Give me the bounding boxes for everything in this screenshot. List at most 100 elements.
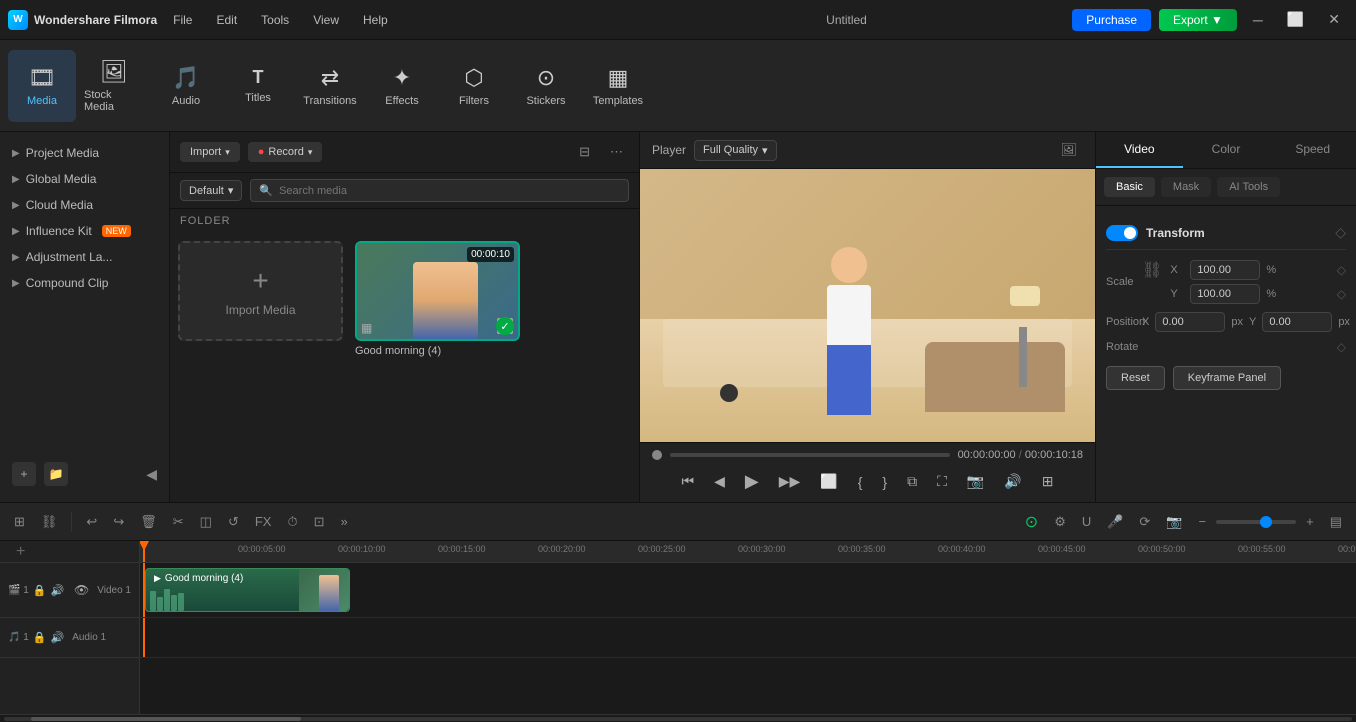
position-y-input[interactable] [1262, 312, 1332, 332]
menu-view[interactable]: View [309, 9, 343, 31]
position-x-input[interactable] [1155, 312, 1225, 332]
rotate-clip-button[interactable]: ↺ [222, 510, 245, 534]
player-settings-button[interactable]: 🖼 [1054, 138, 1083, 162]
menu-edit[interactable]: Edit [212, 9, 241, 31]
add-media-track-button[interactable]: ⊞ [8, 510, 31, 534]
audio-button[interactable]: U [1076, 510, 1097, 533]
menu-file[interactable]: File [169, 9, 196, 31]
horizontal-scrollbar[interactable] [0, 714, 1356, 722]
maximize-button[interactable]: ⬜ [1279, 9, 1312, 30]
mark-in-button[interactable]: { [854, 470, 867, 494]
playhead-dot[interactable] [652, 450, 662, 460]
audio-mute-button[interactable]: 🔊 [51, 631, 65, 644]
minimize-button[interactable]: ─ [1245, 10, 1271, 30]
tab-speed[interactable]: Speed [1269, 132, 1356, 168]
skip-back-button[interactable]: ⏮ [677, 469, 698, 494]
keyframe-diamond-icon[interactable]: ◇ [1337, 263, 1346, 277]
play-button[interactable]: ▶ [741, 467, 763, 496]
mark-out-button[interactable]: } [878, 470, 891, 494]
zoom-thumb[interactable] [1260, 516, 1272, 528]
purchase-button[interactable]: Purchase [1072, 9, 1151, 31]
reset-button[interactable]: Reset [1106, 366, 1165, 390]
link-button[interactable]: ⛓ [35, 510, 64, 534]
scrollbar-thumb[interactable] [31, 717, 301, 721]
toolbar-templates[interactable]: ▦ Templates [584, 50, 652, 122]
add-media-button[interactable]: + [12, 462, 36, 486]
sync-button[interactable]: ⟳ [1133, 510, 1156, 534]
toolbar-audio[interactable]: 🎵 Audio [152, 50, 220, 122]
freeze-button[interactable]: ⏱ [281, 510, 303, 534]
import-button[interactable]: Import ▾ [180, 142, 240, 162]
sort-dropdown[interactable]: Default ▾ [180, 180, 242, 201]
tab-color[interactable]: Color [1183, 132, 1270, 168]
playhead[interactable] [143, 541, 145, 562]
search-box[interactable]: 🔍 [250, 179, 629, 202]
track-visibility-button[interactable]: 👁 [74, 583, 89, 597]
toolbar-stock-media[interactable]: 🖼 Stock Media [80, 50, 148, 122]
more-options-button[interactable]: ⋯ [604, 140, 629, 164]
collapse-button[interactable]: ◀ [146, 462, 157, 486]
undo-button[interactable]: ↩ [80, 510, 103, 534]
toolbar-transitions[interactable]: ⇄ Transitions [296, 50, 364, 122]
sub-tab-mask[interactable]: Mask [1161, 177, 1211, 197]
media-thumb-good-morning[interactable]: 00:00:10 ✓ ▦ Good morning (4) [355, 241, 520, 357]
sidebar-item-compound-clip[interactable]: ▶ Compound Clip [0, 270, 169, 296]
cut-button[interactable]: ✂ [167, 510, 190, 534]
timeline-main[interactable]: 00:00:05:00 00:00:10:00 00:00:15:00 00:0… [140, 541, 1356, 714]
scale-y-input[interactable] [1190, 284, 1260, 304]
export-button[interactable]: Export ▼ [1159, 9, 1237, 31]
redo-button[interactable]: ↪ [107, 510, 130, 534]
menu-tools[interactable]: Tools [257, 9, 293, 31]
scrollbar-track[interactable] [4, 717, 1352, 721]
zoom-slider[interactable] [1216, 520, 1296, 524]
track-lock-button[interactable]: 🔒 [33, 584, 47, 597]
filter-icon-button[interactable]: ⊟ [573, 140, 596, 164]
audio-lock-button[interactable]: 🔒 [33, 631, 47, 644]
transform-section-header[interactable]: Transform ◇ [1106, 216, 1346, 250]
layout-button[interactable]: ▤ [1324, 510, 1348, 534]
crop2-button[interactable]: ⊡ [308, 510, 331, 534]
search-input[interactable] [279, 185, 620, 197]
frame-back-button[interactable]: ◀ [710, 469, 729, 494]
import-media-item[interactable]: + Import Media [178, 241, 343, 341]
sidebar-item-global-media[interactable]: ▶ Global Media [0, 166, 169, 192]
camera-button[interactable]: 📷 [1160, 510, 1188, 534]
volume-button[interactable]: 🔊 [1000, 469, 1025, 494]
menu-help[interactable]: Help [359, 9, 392, 31]
mic-button[interactable]: 🎤 [1101, 510, 1129, 534]
keyframe-diamond-rotate[interactable]: ◇ [1337, 340, 1346, 354]
more-button[interactable]: » [335, 510, 354, 533]
extract-button[interactable]: ⧉ [903, 469, 921, 494]
fullscreen-button[interactable]: ⛶ [933, 469, 951, 494]
sidebar-item-adjustment-layer[interactable]: ▶ Adjustment La... [0, 244, 169, 270]
toolbar-stickers[interactable]: ⊙ Stickers [512, 50, 580, 122]
crop-button[interactable]: ⬜ [816, 469, 841, 494]
record-toggle[interactable]: ⊙ [1019, 508, 1044, 536]
crop-clip-button[interactable]: ◫ [194, 510, 218, 534]
frame-forward-button[interactable]: ▶▶ [775, 469, 805, 494]
plus-zoom-button[interactable]: + [1300, 510, 1320, 533]
scale-x-input[interactable] [1190, 260, 1260, 280]
sidebar-item-influence-kit[interactable]: ▶ Influence Kit NEW [0, 218, 169, 244]
tab-video[interactable]: Video [1096, 132, 1183, 168]
toolbar-media[interactable]: 🎞 Media [8, 50, 76, 122]
toolbar-titles[interactable]: T Titles [224, 50, 292, 122]
add-track-button[interactable]: + [8, 541, 33, 565]
video-clip-good-morning[interactable]: ▶ Good morning (4) [145, 568, 350, 612]
settings-button[interactable]: ⚙ [1048, 510, 1072, 534]
fit-button[interactable]: ⊞ [1038, 469, 1058, 494]
toolbar-effects[interactable]: ✦ Effects [368, 50, 436, 122]
record-button[interactable]: ● Record ▾ [248, 142, 323, 162]
keyframe-panel-button[interactable]: Keyframe Panel [1173, 366, 1281, 390]
progress-bar[interactable]: 00:00:00:00 / 00:00:10:18 [652, 449, 1083, 461]
keyframe-diamond-icon-2[interactable]: ◇ [1337, 287, 1346, 301]
track-mute-button[interactable]: 🔊 [51, 584, 65, 597]
sub-tab-basic[interactable]: Basic [1104, 177, 1155, 197]
transform-toggle[interactable] [1106, 225, 1138, 241]
toolbar-filters[interactable]: ⬡ Filters [440, 50, 508, 122]
fx-button[interactable]: FX [249, 510, 278, 533]
quality-select[interactable]: Full Quality ▾ [694, 140, 777, 161]
progress-track[interactable] [670, 453, 950, 457]
sidebar-item-cloud-media[interactable]: ▶ Cloud Media [0, 192, 169, 218]
close-button[interactable]: ✕ [1320, 9, 1348, 30]
